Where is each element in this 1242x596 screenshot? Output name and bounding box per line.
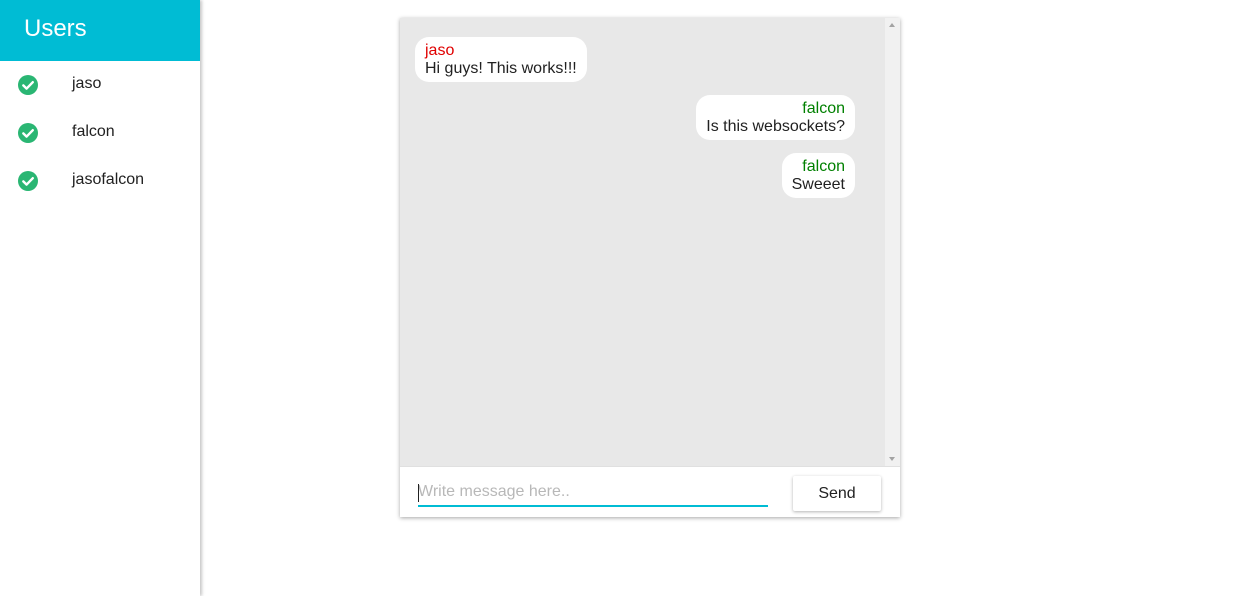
chat-panel: jaso Hi guys! This works!!! falcon Is th… xyxy=(400,18,900,517)
message-author: jaso xyxy=(425,42,455,59)
text-cursor xyxy=(418,484,419,502)
message-bubble: falcon Sweeet xyxy=(781,153,855,198)
user-name: falcon xyxy=(72,123,115,140)
check-circle-icon xyxy=(18,123,38,143)
check-circle-icon xyxy=(18,75,38,95)
message-author: falcon xyxy=(802,158,845,175)
scroll-down-arrow-icon[interactable] xyxy=(889,457,895,461)
message-bubble: falcon Is this websockets? xyxy=(696,95,855,140)
user-list-item[interactable]: falcon xyxy=(0,109,200,157)
scroll-up-arrow-icon[interactable] xyxy=(889,23,895,27)
user-name: jaso xyxy=(72,75,102,92)
sidebar-title: Users xyxy=(0,0,200,61)
message-text: Hi guys! This works!!! xyxy=(425,60,577,77)
user-list-item[interactable]: jaso xyxy=(0,61,200,109)
check-circle-icon xyxy=(18,171,38,191)
message-list[interactable]: jaso Hi guys! This works!!! falcon Is th… xyxy=(400,18,885,466)
message-text: Is this websockets? xyxy=(706,118,845,135)
send-button[interactable]: Send xyxy=(793,476,881,511)
message-input[interactable] xyxy=(418,479,768,507)
message-author: falcon xyxy=(802,100,845,117)
user-name: jasofalcon xyxy=(72,171,145,188)
message-text: Sweeet xyxy=(791,176,845,193)
user-list-item[interactable]: jasofalcon xyxy=(0,157,200,205)
message-scrollbar[interactable] xyxy=(885,18,900,466)
users-sidebar: Users jaso falcon jasofalcon xyxy=(0,0,200,596)
message-bubble: jaso Hi guys! This works!!! xyxy=(415,37,587,82)
user-list: jaso falcon jasofalcon xyxy=(0,61,200,205)
message-composer: Send xyxy=(400,466,900,517)
